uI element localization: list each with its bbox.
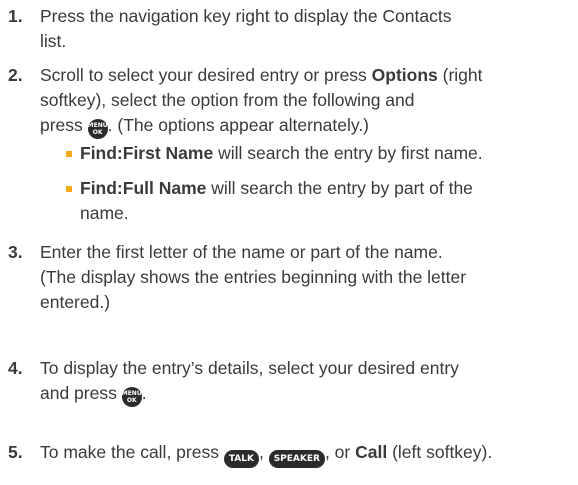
step-number: 3. — [8, 242, 23, 262]
menu-ok-key-icon: MENU OK — [121, 387, 142, 407]
talk-key-icon: TALK — [223, 450, 259, 468]
bullet-square-icon — [66, 151, 72, 157]
step-text: Enter the first letter of the name or pa… — [40, 242, 467, 312]
menu-ok-key-icon: MENU OK — [87, 119, 108, 139]
step-text: To display the entry’s details, select y… — [40, 356, 570, 407]
step-number: 5. — [8, 442, 23, 462]
step-number: 4. — [8, 358, 23, 378]
bullet-square-icon — [66, 186, 72, 192]
step-number: 1. — [8, 6, 23, 26]
step-text: To make the call, press TALK, SPEAKER, o… — [40, 440, 570, 468]
step-number: 2. — [8, 65, 23, 85]
step-text: Scroll to select your desired entry or p… — [40, 63, 570, 139]
instruction-page: 1. Press the navigation key right to dis… — [0, 0, 578, 485]
call-softkey-label: Call — [355, 442, 388, 462]
options-softkey-label: Options — [371, 65, 438, 85]
speaker-key-icon: SPEAKER — [268, 450, 325, 468]
step-text: Press the navigation key right to displa… — [40, 6, 452, 51]
